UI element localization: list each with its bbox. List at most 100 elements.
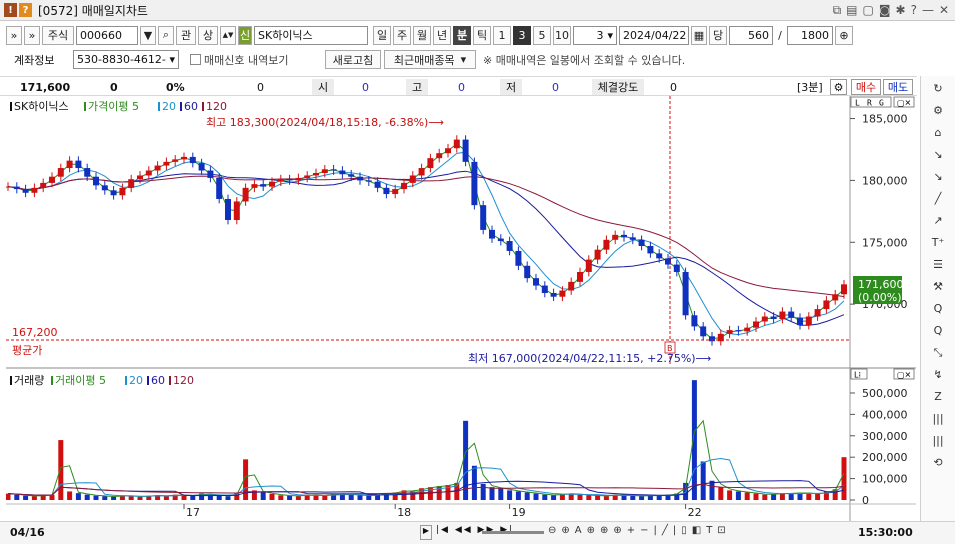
candle — [31, 187, 38, 193]
updown-icon[interactable]: ▲▼ — [220, 25, 236, 45]
tool-icon-2[interactable]: ⌂ — [929, 124, 947, 142]
copy-icon[interactable]: ▤ — [846, 3, 857, 18]
tool-icon-11[interactable]: Q — [929, 322, 947, 340]
tool-icon-15[interactable]: ||| — [929, 410, 947, 428]
volume-bar — [515, 491, 521, 500]
window-title: [0572] 매매일지차트 — [38, 3, 148, 18]
max-count-input[interactable]: 1800 — [787, 25, 833, 45]
tool-icon-8[interactable]: ☰ — [929, 256, 947, 274]
volume-bar — [23, 495, 29, 500]
candle — [251, 184, 258, 188]
recent-stocks-button[interactable]: 최근매매종목 ▾ — [384, 50, 476, 69]
collapse-button[interactable]: » — [24, 25, 40, 45]
code-input[interactable]: 000660 — [76, 25, 138, 45]
tab-period-minute[interactable]: 분 — [453, 25, 471, 45]
candle — [277, 179, 284, 182]
legend-item[interactable]: SK하이닉스 — [14, 99, 69, 113]
candle — [365, 180, 372, 182]
volume-bar — [75, 493, 81, 500]
legend-item[interactable]: 20 — [162, 100, 176, 113]
min-5-button[interactable]: 5 — [533, 25, 551, 45]
date-input[interactable]: 2024/04/22 — [619, 25, 689, 45]
tool-icon-16[interactable]: ||| — [929, 432, 947, 450]
legend-item[interactable]: 20 — [129, 374, 143, 387]
vol-panel-l-icon[interactable]: L⁞ — [854, 371, 861, 380]
tab-period-year[interactable]: 년 — [433, 25, 451, 45]
tool-icon-4[interactable]: ↘ — [929, 168, 947, 186]
add-indicator-icon[interactable]: ⊕ — [835, 25, 853, 45]
chart-area[interactable]: SK하이닉스 가격이평 5 20 60 120 거래량 거래이평 5 20 60 120 L R… — [5, 96, 916, 521]
candle — [392, 189, 399, 195]
camera-icon[interactable]: ◙ — [879, 3, 891, 18]
code-dropdown[interactable]: ▼ — [140, 25, 156, 45]
zoom-slider[interactable] — [482, 531, 544, 534]
current-rate-tag: (0.00%) — [858, 291, 902, 304]
interval-select[interactable]: 3 ▾ — [573, 25, 617, 45]
clipboard-icon[interactable]: ▢ — [863, 3, 874, 18]
candle — [761, 316, 768, 322]
panel-expand-icon[interactable]: ▢✕ — [897, 99, 911, 108]
tab-period-day[interactable]: 일 — [373, 25, 391, 45]
account-select[interactable]: 530-8830-4612- ▾ — [73, 50, 179, 69]
close-icon[interactable]: ✕ — [939, 3, 949, 18]
main-toolbar: » » 주식 000660 ▼ ⌕ 관 상 ▲▼ 신 SK하이닉스 일 주 월 … — [0, 24, 955, 46]
volume-bar — [727, 490, 733, 500]
calendar-icon[interactable]: ▦ — [691, 25, 707, 45]
panel-label-g[interactable]: G — [879, 99, 884, 108]
candle — [832, 294, 839, 301]
scroll-right-icon[interactable]: ▶ — [420, 525, 432, 540]
min-3-button[interactable]: 3 — [513, 25, 531, 45]
tool-icon-12[interactable]: ⤡ — [929, 344, 947, 362]
min-1-button[interactable]: 1 — [493, 25, 511, 45]
tool-icon-6[interactable]: ↗ — [929, 212, 947, 230]
panel-label-l[interactable]: L — [855, 99, 860, 108]
panel-label-r[interactable]: R — [867, 99, 872, 108]
legend-item[interactable]: 거래량 — [14, 374, 44, 387]
tab-period-tick[interactable]: 틱 — [473, 25, 491, 45]
tool-icon-3[interactable]: ↘ — [929, 146, 947, 164]
expand-button[interactable]: » — [6, 25, 22, 45]
minimize-icon[interactable]: — — [922, 3, 934, 18]
tool-icon-1[interactable]: ⚙ — [929, 102, 947, 120]
notice-text: ※ 매매내역은 일봉에서 조회할 수 있습니다. — [483, 53, 686, 67]
tool-icon-9[interactable]: ⚒ — [929, 278, 947, 296]
tool-icon-17[interactable]: ⟲ — [929, 454, 947, 472]
legend-item[interactable]: 가격이평 5 — [88, 100, 139, 113]
legend-item[interactable]: 거래이평 5 — [55, 374, 106, 387]
sang-button[interactable]: 상 — [198, 25, 218, 45]
kwan-button[interactable]: 관 — [176, 25, 196, 45]
candle — [101, 185, 108, 191]
market-select[interactable]: 주식 — [42, 25, 74, 45]
drawing-tools[interactable]: ⊖⊕A⊕⊕⊕+−|╱|▯◧T⊡ — [548, 525, 731, 536]
tool-icon-5[interactable]: ╱ — [929, 190, 947, 208]
search-icon[interactable]: ⌕ — [158, 25, 174, 45]
tool-icon-10[interactable]: Q — [929, 300, 947, 318]
vol-panel-expand-icon[interactable]: ▢✕ — [897, 371, 911, 380]
tab-period-week[interactable]: 주 — [393, 25, 411, 45]
legend-item[interactable]: 120 — [206, 100, 227, 113]
volume-axis-label: 500,000 — [862, 387, 908, 400]
chart-svg[interactable]: SK하이닉스 가격이평 5 20 60 120 거래량 거래이평 5 20 60 120 L R… — [5, 96, 916, 521]
restore-icon[interactable]: ⧉ — [833, 3, 842, 18]
refresh-button[interactable]: 새로고침 — [325, 50, 381, 69]
tab-period-month[interactable]: 월 — [413, 25, 431, 45]
gear-icon[interactable]: ⚙ — [830, 79, 847, 95]
tool-icon-7[interactable]: T⁺ — [929, 234, 947, 252]
legend-item[interactable]: 60 — [184, 100, 198, 113]
tool-icon-14[interactable]: Z — [929, 388, 947, 406]
signal-checkbox[interactable] — [190, 54, 201, 65]
count-input[interactable]: 560 — [729, 25, 773, 45]
dang-button[interactable]: 당 — [709, 25, 727, 45]
min-10-button[interactable]: 10 — [553, 25, 571, 45]
avg-price-label: 167,200 — [12, 326, 58, 339]
tool-icon-13[interactable]: ↯ — [929, 366, 947, 384]
sell-button[interactable]: 매도 — [883, 79, 913, 95]
tool-icon-0[interactable]: ↻ — [929, 80, 947, 98]
alert-icon[interactable]: ! — [4, 3, 17, 17]
buy-button[interactable]: 매수 — [851, 79, 881, 95]
help-icon[interactable]: ? — [911, 3, 917, 18]
legend-item[interactable]: 60 — [151, 374, 165, 387]
help-icon[interactable]: ? — [19, 3, 32, 17]
settings-icon[interactable]: ✱ — [896, 3, 906, 18]
legend-item[interactable]: 120 — [173, 374, 194, 387]
